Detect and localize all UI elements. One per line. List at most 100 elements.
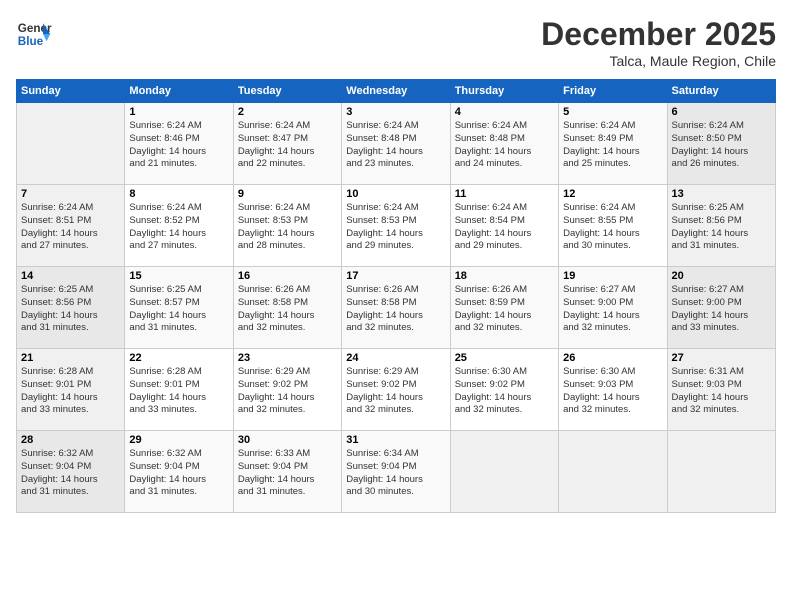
day-number: 22 — [129, 352, 228, 364]
calendar-cell: 25Sunrise: 6:30 AMSunset: 9:02 PMDayligh… — [450, 349, 558, 431]
day-header-wednesday: Wednesday — [342, 80, 450, 103]
day-header-friday: Friday — [559, 80, 667, 103]
calendar-cell: 10 Sunrise: 6:24 AMSunset: 8:53 PMDayligh… — [342, 185, 450, 267]
calendar-cell: 30 Sunrise: 6:33 AMSunset: 9:04 PMDayligh… — [233, 431, 341, 513]
calendar-cell: 17Sunrise: 6:26 AMSunset: 8:58 PMDayligh… — [342, 267, 450, 349]
calendar-cell — [17, 103, 125, 185]
day-number: 13 — [672, 188, 771, 200]
day-info: Sunrise: 6:24 AMSunset: 8:52 PMDaylight:… — [129, 202, 228, 253]
day-info: Sunrise: 6:25 AMSunset: 8:56 PMDaylight:… — [672, 202, 771, 253]
svg-text:Blue: Blue — [18, 35, 44, 48]
day-number: 7 — [21, 188, 120, 200]
calendar-cell — [559, 431, 667, 513]
day-number: 5 — [563, 106, 662, 118]
calendar-subtitle: Talca, Maule Region, Chile — [541, 53, 776, 69]
day-info: Sunrise: 6:28 AMSunset: 9:01 PMDaylight:… — [21, 366, 120, 417]
calendar-cell: 15 Sunrise: 6:25 AMSunset: 8:57 PMDayligh… — [125, 267, 233, 349]
day-number: 20 — [672, 270, 771, 282]
day-number: 31 — [346, 434, 445, 446]
calendar-cell: 28 Sunrise: 6:32 AMSunset: 9:04 PMDayligh… — [17, 431, 125, 513]
calendar-cell: 11 Sunrise: 6:24 AMSunset: 8:54 PMDayligh… — [450, 185, 558, 267]
day-header-monday: Monday — [125, 80, 233, 103]
day-number: 24 — [346, 352, 445, 364]
day-info: Sunrise: 6:24 AMSunset: 8:53 PMDaylight:… — [346, 202, 445, 253]
day-info: Sunrise: 6:29 AMSunset: 9:02 PMDaylight:… — [238, 366, 337, 417]
day-info: Sunrise: 6:30 AMSunset: 9:02 PMDaylight:… — [455, 366, 554, 417]
day-info: Sunrise: 6:27 AMSunset: 9:00 PMDaylight:… — [563, 284, 662, 335]
day-info: Sunrise: 6:25 AMSunset: 8:56 PMDaylight:… — [21, 284, 120, 335]
day-number: 15 — [129, 270, 228, 282]
day-info: Sunrise: 6:24 AMSunset: 8:47 PMDaylight:… — [238, 120, 337, 171]
day-header-thursday: Thursday — [450, 80, 558, 103]
day-number: 21 — [21, 352, 120, 364]
day-info: Sunrise: 6:26 AMSunset: 8:59 PMDaylight:… — [455, 284, 554, 335]
day-number: 23 — [238, 352, 337, 364]
calendar-header-row: SundayMondayTuesdayWednesdayThursdayFrid… — [17, 80, 776, 103]
calendar-week-5: 28 Sunrise: 6:32 AMSunset: 9:04 PMDayligh… — [17, 431, 776, 513]
day-number: 28 — [21, 434, 120, 446]
calendar-cell: 5 Sunrise: 6:24 AMSunset: 8:49 PMDaylight… — [559, 103, 667, 185]
calendar-cell: 29 Sunrise: 6:32 AMSunset: 9:04 PMDayligh… — [125, 431, 233, 513]
day-info: Sunrise: 6:33 AMSunset: 9:04 PMDaylight:… — [238, 448, 337, 499]
day-number: 14 — [21, 270, 120, 282]
day-number: 18 — [455, 270, 554, 282]
day-number: 2 — [238, 106, 337, 118]
calendar-cell — [450, 431, 558, 513]
day-info: Sunrise: 6:26 AMSunset: 8:58 PMDaylight:… — [346, 284, 445, 335]
calendar-title: December 2025 — [541, 16, 776, 53]
day-header-sunday: Sunday — [17, 80, 125, 103]
day-info: Sunrise: 6:24 AMSunset: 8:53 PMDaylight:… — [238, 202, 337, 253]
calendar-cell: 6 Sunrise: 6:24 AMSunset: 8:50 PMDaylight… — [667, 103, 775, 185]
calendar-cell: 22Sunrise: 6:28 AMSunset: 9:01 PMDayligh… — [125, 349, 233, 431]
calendar-cell: 23 Sunrise: 6:29 AMSunset: 9:02 PMDayligh… — [233, 349, 341, 431]
day-info: Sunrise: 6:24 AMSunset: 8:51 PMDaylight:… — [21, 202, 120, 253]
day-header-saturday: Saturday — [667, 80, 775, 103]
day-info: Sunrise: 6:29 AMSunset: 9:02 PMDaylight:… — [346, 366, 445, 417]
calendar-cell: 3Sunrise: 6:24 AMSunset: 8:48 PMDaylight… — [342, 103, 450, 185]
calendar-cell: 27Sunrise: 6:31 AMSunset: 9:03 PMDayligh… — [667, 349, 775, 431]
day-info: Sunrise: 6:34 AMSunset: 9:04 PMDaylight:… — [346, 448, 445, 499]
day-info: Sunrise: 6:26 AMSunset: 8:58 PMDaylight:… — [238, 284, 337, 335]
calendar-cell: 31 Sunrise: 6:34 AMSunset: 9:04 PMDayligh… — [342, 431, 450, 513]
logo-icon: General Blue — [16, 16, 52, 52]
calendar-week-3: 14 Sunrise: 6:25 AMSunset: 8:56 PMDayligh… — [17, 267, 776, 349]
day-number: 12 — [563, 188, 662, 200]
calendar-cell: 2 Sunrise: 6:24 AMSunset: 8:47 PMDaylight… — [233, 103, 341, 185]
day-number: 1 — [129, 106, 228, 118]
day-number: 6 — [672, 106, 771, 118]
page-header: General Blue December 2025 Talca, Maule … — [16, 16, 776, 69]
day-info: Sunrise: 6:32 AMSunset: 9:04 PMDaylight:… — [21, 448, 120, 499]
day-info: Sunrise: 6:24 AMSunset: 8:50 PMDaylight:… — [672, 120, 771, 171]
day-header-tuesday: Tuesday — [233, 80, 341, 103]
calendar-week-4: 21 Sunrise: 6:28 AMSunset: 9:01 PMDayligh… — [17, 349, 776, 431]
day-number: 29 — [129, 434, 228, 446]
day-number: 10 — [346, 188, 445, 200]
day-number: 30 — [238, 434, 337, 446]
day-info: Sunrise: 6:24 AMSunset: 8:49 PMDaylight:… — [563, 120, 662, 171]
day-info: Sunrise: 6:24 AMSunset: 8:48 PMDaylight:… — [455, 120, 554, 171]
day-info: Sunrise: 6:25 AMSunset: 8:57 PMDaylight:… — [129, 284, 228, 335]
calendar-cell: 21 Sunrise: 6:28 AMSunset: 9:01 PMDayligh… — [17, 349, 125, 431]
day-number: 26 — [563, 352, 662, 364]
day-number: 8 — [129, 188, 228, 200]
logo: General Blue — [16, 16, 52, 52]
calendar-cell: 16Sunrise: 6:26 AMSunset: 8:58 PMDayligh… — [233, 267, 341, 349]
calendar-cell: 18 Sunrise: 6:26 AMSunset: 8:59 PMDayligh… — [450, 267, 558, 349]
day-info: Sunrise: 6:24 AMSunset: 8:54 PMDaylight:… — [455, 202, 554, 253]
day-number: 11 — [455, 188, 554, 200]
calendar-cell: 14 Sunrise: 6:25 AMSunset: 8:56 PMDayligh… — [17, 267, 125, 349]
calendar-week-1: 1Sunrise: 6:24 AMSunset: 8:46 PMDaylight… — [17, 103, 776, 185]
calendar-cell: 9 Sunrise: 6:24 AMSunset: 8:53 PMDaylight… — [233, 185, 341, 267]
calendar-week-2: 7 Sunrise: 6:24 AMSunset: 8:51 PMDaylight… — [17, 185, 776, 267]
day-number: 9 — [238, 188, 337, 200]
calendar-cell: 8 Sunrise: 6:24 AMSunset: 8:52 PMDaylight… — [125, 185, 233, 267]
calendar-cell: 19 Sunrise: 6:27 AMSunset: 9:00 PMDayligh… — [559, 267, 667, 349]
calendar-cell: 24 Sunrise: 6:29 AMSunset: 9:02 PMDayligh… — [342, 349, 450, 431]
calendar-cell: 13 Sunrise: 6:25 AMSunset: 8:56 PMDayligh… — [667, 185, 775, 267]
calendar-table: SundayMondayTuesdayWednesdayThursdayFrid… — [16, 79, 776, 513]
day-info: Sunrise: 6:32 AMSunset: 9:04 PMDaylight:… — [129, 448, 228, 499]
day-info: Sunrise: 6:24 AMSunset: 8:48 PMDaylight:… — [346, 120, 445, 171]
day-info: Sunrise: 6:31 AMSunset: 9:03 PMDaylight:… — [672, 366, 771, 417]
calendar-cell: 4Sunrise: 6:24 AMSunset: 8:48 PMDaylight… — [450, 103, 558, 185]
day-number: 19 — [563, 270, 662, 282]
